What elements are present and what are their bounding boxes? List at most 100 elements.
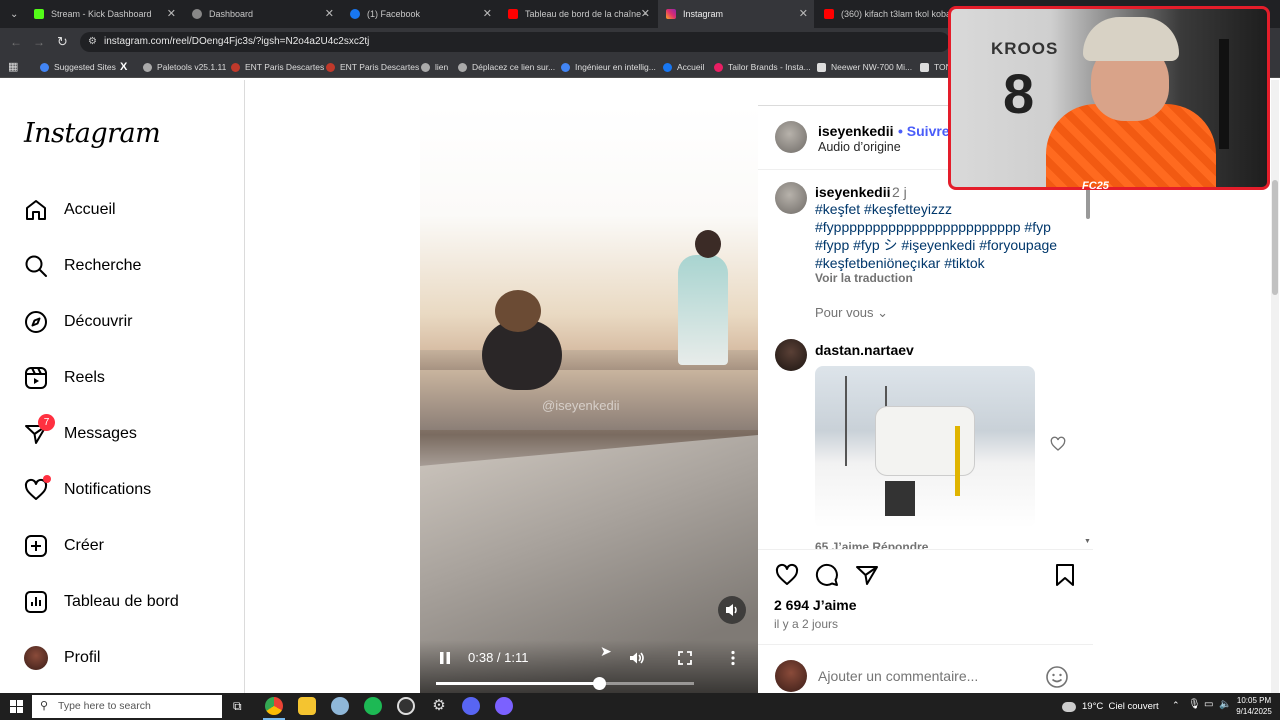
sidebar-item-label: Découvrir <box>64 313 133 330</box>
sidebar-item-messages[interactable]: 7 Messages <box>24 414 137 451</box>
caption-avatar[interactable] <box>775 182 807 214</box>
more-options-icon[interactable] <box>729 650 737 666</box>
tab-dashboard[interactable]: Dashboard ✕ <box>184 0 340 28</box>
reels-icon <box>24 366 48 390</box>
tab-facebook[interactable]: (1) Facebook ✕ <box>342 0 498 28</box>
tab-instagram[interactable]: Instagram ✕ <box>658 0 814 28</box>
video-progress-handle[interactable] <box>592 677 606 690</box>
bookmark-paletools[interactable]: Paletools v25.1.11 <box>143 56 226 78</box>
speaker-icon[interactable]: 🔈 <box>1219 699 1231 710</box>
bookmark-icon[interactable] <box>1054 563 1076 587</box>
page-scrollbar[interactable] <box>1271 80 1279 693</box>
divider <box>758 549 1093 550</box>
sidebar-item-recherche[interactable]: Recherche <box>24 249 141 283</box>
like-count[interactable]: 2 694 J’aime <box>774 597 857 613</box>
tab-youtube-video[interactable]: (360) kifach t3lam tkol kobal m <box>816 0 956 28</box>
translate-link[interactable]: Voir la traduction <box>815 271 913 285</box>
fullscreen-icon[interactable] <box>678 651 692 665</box>
network-icon[interactable]: ▭ <box>1204 699 1213 710</box>
sidebar-item-profil[interactable]: Profil <box>24 641 100 675</box>
search-icon <box>24 254 48 278</box>
sidebar-item-label: Notifications <box>64 481 152 498</box>
sidebar-item-decouvrir[interactable]: Découvrir <box>24 305 132 339</box>
tab-close-icon[interactable]: ✕ <box>641 7 650 20</box>
pause-icon[interactable] <box>438 651 452 665</box>
comment-gif[interactable] <box>815 366 1035 528</box>
video-controls <box>420 640 758 693</box>
sidebar-item-label: Messages <box>64 425 137 442</box>
obs-icon[interactable] <box>397 697 415 715</box>
bookmark-accueil[interactable]: Accueil <box>663 56 704 78</box>
sidebar-item-creer[interactable]: Créer <box>24 529 104 563</box>
bookmark-ent-1[interactable]: ENT Paris Descartes <box>231 56 324 78</box>
bookmark-suggested-sites[interactable]: Suggested Sites <box>40 56 116 78</box>
comment-like-icon[interactable] <box>1050 436 1066 452</box>
video-progress-bar[interactable] <box>436 677 694 690</box>
bookmark-x[interactable]: X <box>120 56 127 78</box>
video-volume-button[interactable] <box>718 596 746 624</box>
youtube-icon <box>824 9 834 19</box>
tab-close-icon[interactable]: ✕ <box>799 7 808 20</box>
author-username[interactable]: iseyenkedii <box>818 123 894 139</box>
file-explorer-icon[interactable] <box>298 697 316 715</box>
current-user-avatar <box>775 660 807 692</box>
fc25-logo: FC25 <box>1082 180 1109 192</box>
scroll-down-arrow-icon[interactable]: ▼ <box>1084 538 1091 545</box>
comment-input[interactable] <box>818 666 1038 686</box>
caption-hashtags[interactable]: #keşfet #keşfetteyizzz #fypppppppppppppp… <box>815 200 1075 272</box>
reload-icon[interactable]: ↻ <box>57 34 68 50</box>
tab-kick-dashboard[interactable]: Stream - Kick Dashboard ✕ <box>26 0 182 28</box>
sidebar-item-tableau-de-bord[interactable]: Tableau de bord <box>24 585 179 619</box>
messenger-app-icon[interactable] <box>495 697 513 715</box>
taskbar-search[interactable]: ⚲ Type here to search <box>32 695 222 718</box>
discord-icon[interactable] <box>462 697 480 715</box>
bookmark-tailor-brands[interactable]: Tailor Brands - Insta... <box>714 56 811 78</box>
bookmark-ingenieur[interactable]: Ingénieur en intellig... <box>561 56 656 78</box>
tab-close-icon[interactable]: ✕ <box>325 7 334 20</box>
like-icon[interactable] <box>775 563 799 587</box>
windows-taskbar: ⚲ Type here to search ⧉ ⚙ 19°C Ciel couv… <box>0 693 1280 720</box>
page-scrollbar-thumb[interactable] <box>1272 180 1278 295</box>
clock[interactable]: 10:05 PM 9/14/2025 <box>1234 695 1274 717</box>
commenter-avatar[interactable] <box>775 339 807 371</box>
sidebar-item-reels[interactable]: Reels <box>24 361 105 395</box>
bookmark-ent-2[interactable]: ENT Paris Descartes <box>326 56 419 78</box>
commenter-username[interactable]: dastan.nartaev <box>815 342 914 358</box>
bookmark-lien[interactable]: lien <box>421 56 448 78</box>
instagram-icon <box>666 9 676 19</box>
bookmark-deplacez[interactable]: Déplacez ce lien sur... <box>458 56 555 78</box>
address-bar[interactable]: ⚙ instagram.com/reel/DOeng4Fjc3s/?igsh=N… <box>80 32 950 52</box>
follow-button[interactable]: • Suivre <box>898 123 950 139</box>
spotify-icon[interactable] <box>364 697 382 715</box>
weather-widget[interactable]: 19°C Ciel couvert <box>1062 693 1159 720</box>
reel-video[interactable]: @iseyenkedii 0:38 / 1:11 ➤ <box>420 105 758 693</box>
comment-icon[interactable] <box>815 563 839 587</box>
tab-close-icon[interactable]: ✕ <box>483 7 492 20</box>
forward-icon[interactable]: → <box>33 35 45 49</box>
for-you-dropdown[interactable]: Pour vous ⌄ <box>815 305 888 321</box>
audio-label[interactable]: Audio d’origine <box>818 140 901 154</box>
windows-start-icon[interactable] <box>10 700 23 713</box>
settings-icon[interactable]: ⚙ <box>430 697 448 715</box>
microphone-icon[interactable]: 🎙 <box>1188 699 1201 710</box>
sidebar-item-notifications[interactable]: Notifications <box>24 473 151 507</box>
tab-youtube-studio[interactable]: Tableau de bord de la chaîne - ✕ <box>500 0 656 28</box>
back-icon[interactable]: ← <box>10 35 22 49</box>
apps-grid-icon[interactable]: ▦ <box>8 60 18 73</box>
volume-icon[interactable] <box>628 649 646 667</box>
bookmark-neewer[interactable]: Neewer NW-700 Mi... <box>817 56 912 78</box>
app-icon[interactable] <box>331 697 349 715</box>
author-avatar[interactable] <box>775 121 807 153</box>
emoji-icon[interactable] <box>1045 665 1069 689</box>
task-view-icon[interactable]: ⧉ <box>233 699 242 714</box>
chrome-icon[interactable] <box>265 697 283 715</box>
site-info-icon[interactable]: ⚙ <box>88 32 97 52</box>
share-icon[interactable] <box>855 563 879 587</box>
tab-search-menu-icon[interactable]: ⌄ <box>4 0 24 28</box>
tab-close-icon[interactable]: ✕ <box>167 7 176 20</box>
tab-title: Instagram <box>683 9 724 19</box>
sidebar-item-accueil[interactable]: Accueil <box>24 193 116 227</box>
instagram-logo[interactable]: Instagram <box>24 118 161 149</box>
caption-username[interactable]: iseyenkedii <box>815 184 891 200</box>
tray-expand-icon[interactable]: ⌃ <box>1172 700 1180 711</box>
